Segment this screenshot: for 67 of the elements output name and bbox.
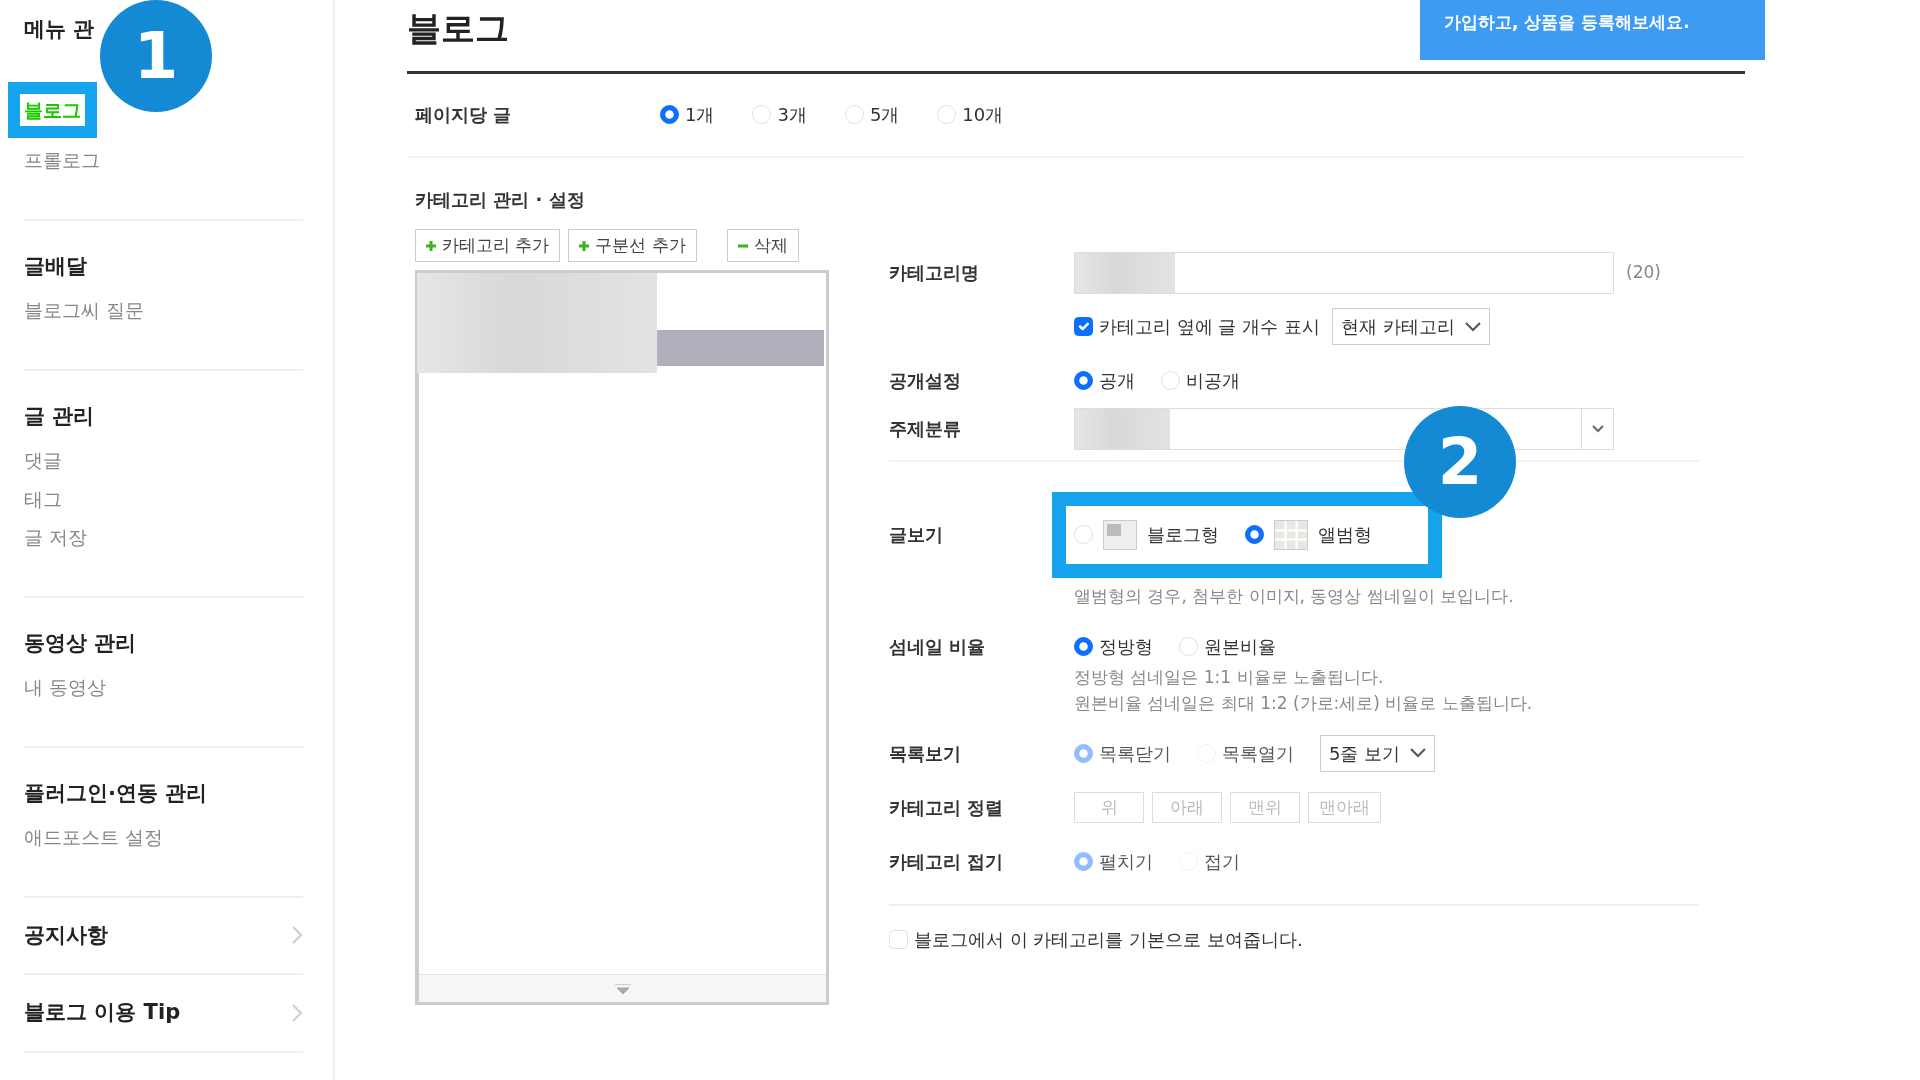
option-label: 10개	[962, 103, 1004, 128]
sidebar-link[interactable]: 공지사항	[24, 919, 108, 951]
sidebar-item[interactable]: 글 저장	[24, 523, 88, 552]
section-title: 글배달	[24, 252, 88, 280]
section-title: 메뉴 관	[24, 16, 96, 43]
section-heading: 카테고리 관리 · 설정	[415, 187, 586, 212]
layout-preview-icon	[1103, 519, 1137, 550]
field-label: 카테고리 정렬	[889, 796, 1004, 818]
sidebar-link[interactable]: 블로그 이용 Tip	[24, 997, 181, 1029]
field-label: 카테고리명	[889, 262, 979, 284]
option-label: 블로그형	[1147, 523, 1219, 548]
section-title: 동영상 관리	[24, 629, 138, 657]
option-label: 카테고리 옆에 글 개수 표시	[1099, 315, 1320, 340]
option-label: 공개	[1099, 369, 1135, 394]
field-label: 카테고리 접기	[889, 850, 1004, 872]
category-action-button[interactable]: 카테고리 추가	[415, 228, 561, 263]
option-label: 블로그에서 이 카테고리를 기본으로 보여줍니다.	[914, 928, 1303, 953]
section-title: 글 관리	[24, 402, 96, 430]
option-label: 앨범형	[1318, 523, 1372, 548]
section-title: 플러그인·연동 관리	[24, 779, 209, 807]
category-action-button[interactable]: 구분선 추가	[568, 228, 697, 263]
option-label: 접기	[1204, 849, 1240, 874]
option-label: 비공개	[1186, 369, 1240, 394]
chevron-down-icon	[1410, 748, 1427, 759]
radio-button[interactable]	[660, 105, 679, 125]
field-label: 섬네일 비율	[889, 635, 986, 657]
step-number: 2	[1404, 405, 1516, 518]
plus-icon	[579, 240, 590, 251]
option-label: 목록닫기	[1099, 741, 1171, 766]
sidebar-item[interactable]: 태그	[24, 484, 62, 513]
sidebar-item[interactable]: 프롤로그	[24, 146, 100, 175]
option-label: 원본비율	[1204, 634, 1276, 659]
option-label: 펼치기	[1099, 849, 1153, 874]
checkbox[interactable]	[1074, 317, 1093, 337]
chevron-right-icon	[291, 925, 303, 946]
option-label: 정방형	[1099, 634, 1153, 659]
chevron-right-icon	[291, 1002, 303, 1023]
hint-text: 원본비율 섬네일은 최대 1:2 (가로:세로) 비율로 노출됩니다.	[1074, 691, 1534, 715]
radio-button[interactable]	[1074, 371, 1093, 391]
radio-button[interactable]	[1245, 525, 1264, 545]
chevron-down-icon	[1464, 321, 1481, 332]
sidebar-item[interactable]: 댓글	[24, 446, 62, 475]
field-label: 글보기	[889, 524, 943, 546]
character-limit: (20)	[1626, 261, 1661, 285]
plus-icon	[426, 240, 436, 251]
radio-button[interactable]	[1074, 636, 1093, 656]
hint-text: 앨범형의 경우, 첨부한 이미지, 동영상 썸네일이 보입니다.	[1074, 584, 1515, 608]
field-label: 공개설정	[889, 370, 961, 392]
text-field[interactable]	[1074, 251, 1614, 294]
dropdown[interactable]: 현재 카테고리	[1331, 308, 1490, 346]
layout-grid-icon	[1274, 519, 1308, 550]
selected-category-row[interactable]	[657, 330, 824, 367]
option-label: 3개	[777, 103, 807, 128]
field-label: 주제분류	[889, 418, 961, 440]
category-action-button[interactable]: 삭제	[726, 228, 799, 263]
option-label: 5개	[869, 103, 900, 128]
field-label: 페이지당 글	[415, 103, 513, 128]
field-label: 목록보기	[889, 742, 961, 764]
sidebar-item[interactable]: 애드포스트 설정	[24, 823, 164, 852]
sidebar-item[interactable]: 블로그씨 질문	[24, 296, 145, 325]
sidebar-item[interactable]: 내 동영상	[24, 673, 107, 702]
option-label: 목록열기	[1222, 741, 1294, 766]
option-label: 1개	[685, 103, 715, 128]
hint-text: 정방형 섬네일은 1:1 비율로 노출됩니다.	[1074, 666, 1385, 690]
scroll-down-bar[interactable]	[419, 974, 826, 1003]
step-number: 1	[100, 0, 212, 112]
notice-banner: 가입하고, 상품을 등록해보세요.	[1420, 0, 1765, 60]
